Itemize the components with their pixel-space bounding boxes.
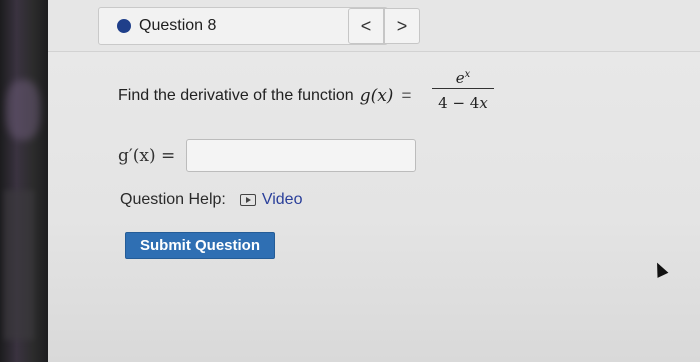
- numerator-base: e: [455, 69, 465, 87]
- question-selector-label: Question 8: [139, 17, 217, 34]
- problem-prompt: Find the derivative of the function: [118, 87, 354, 104]
- question-help: Question Help: Video: [120, 191, 302, 209]
- chevron-left-icon: <: [360, 15, 372, 36]
- photo-left-edge: [0, 0, 48, 362]
- function-name: g(x): [359, 86, 394, 106]
- equals-sign: =: [401, 86, 412, 105]
- background-blur: [4, 190, 34, 340]
- numerator-exponent: x: [464, 69, 471, 80]
- denominator-variable: x: [479, 94, 488, 112]
- background-blur: [6, 80, 40, 140]
- video-help-link[interactable]: Video: [239, 191, 303, 209]
- chevron-right-icon: >: [396, 15, 408, 36]
- function-fraction: ex 4 − 4x: [428, 64, 498, 114]
- question-help-label: Question Help:: [120, 191, 226, 208]
- answer-input[interactable]: [186, 139, 416, 172]
- question-screen: Question 8 < > Find the derivative of th…: [48, 0, 700, 362]
- fraction-bar: [432, 88, 494, 89]
- mouse-cursor-icon: [651, 260, 669, 278]
- submit-question-button[interactable]: Submit Question: [125, 232, 275, 259]
- previous-question-button[interactable]: <: [348, 8, 384, 44]
- problem-statement: Find the derivative of the function g(x)…: [118, 86, 419, 106]
- video-link-label: Video: [261, 191, 303, 208]
- video-play-icon: [239, 194, 256, 206]
- status-dot-icon: [117, 19, 131, 33]
- question-header: Question 8 < >: [48, 0, 700, 52]
- question-selector[interactable]: Question 8: [98, 7, 388, 45]
- next-question-button[interactable]: >: [384, 8, 420, 44]
- answer-label: g′(x) =: [118, 146, 176, 166]
- denominator-constant: 4 − 4: [438, 94, 480, 112]
- fraction-numerator: ex: [428, 64, 498, 87]
- fraction-denominator: 4 − 4x: [428, 92, 498, 114]
